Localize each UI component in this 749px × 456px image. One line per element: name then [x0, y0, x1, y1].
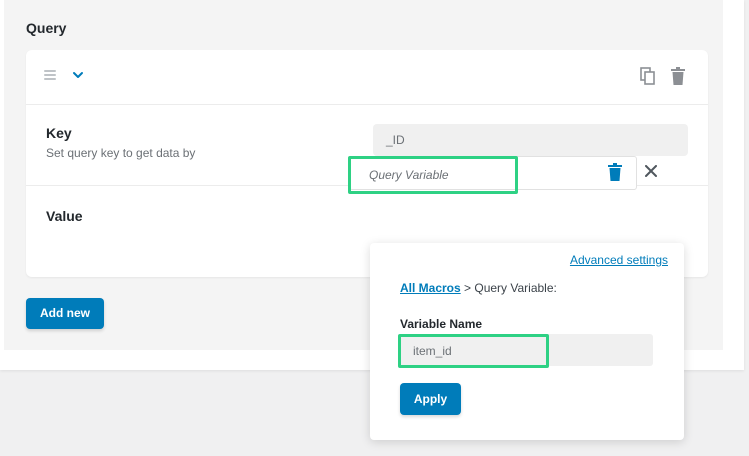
macro-popup: Advanced settings All Macros > Query Var…: [370, 243, 684, 440]
section-title: Query: [26, 20, 67, 36]
key-description: Set query key to get data by: [46, 146, 196, 160]
variable-name-label: Variable Name: [400, 317, 483, 331]
advanced-settings-link[interactable]: Advanced settings: [570, 253, 668, 267]
variable-name-input[interactable]: item_id: [398, 334, 549, 368]
drag-handle-icon[interactable]: [44, 70, 56, 80]
copy-icon[interactable]: [640, 67, 656, 85]
add-new-button[interactable]: Add new: [26, 298, 104, 329]
all-macros-link[interactable]: All Macros: [400, 281, 461, 295]
apply-button[interactable]: Apply: [400, 383, 461, 415]
card-header: [26, 50, 708, 105]
chevron-down-icon[interactable]: [71, 68, 85, 82]
key-label: Key: [46, 125, 72, 141]
key-input[interactable]: _ID: [373, 124, 688, 156]
breadcrumb: All Macros > Query Variable:: [400, 281, 557, 295]
breadcrumb-current: > Query Variable:: [460, 281, 557, 295]
trash-icon[interactable]: [670, 67, 686, 85]
close-icon[interactable]: [645, 165, 657, 177]
trash-icon[interactable]: [608, 163, 622, 181]
macro-value-display[interactable]: Query Variable: [348, 156, 518, 194]
value-label: Value: [46, 208, 83, 224]
